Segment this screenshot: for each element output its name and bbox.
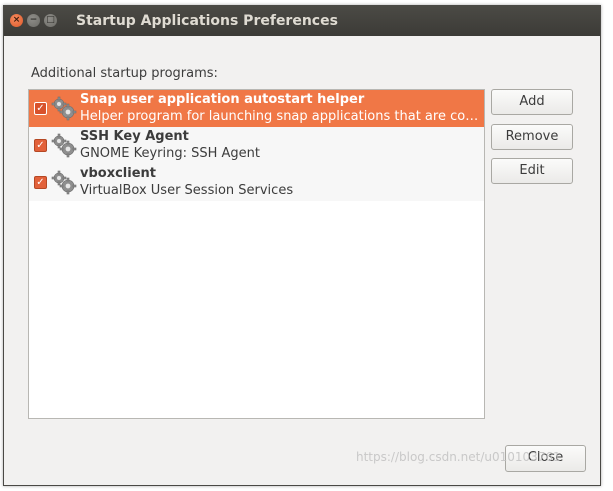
title-bar[interactable]: × − □ Startup Applications Preferences <box>4 6 600 36</box>
startup-program-row[interactable]: ✓ vboxclient VirtualBox User Session Ser… <box>29 164 484 201</box>
startup-program-row[interactable]: ✓ SSH Key Agent GNOME Keyring: SSH Agent <box>29 127 484 164</box>
program-description: GNOME Keyring: SSH Agent <box>80 146 261 161</box>
gears-icon <box>51 170 77 195</box>
program-name: vboxclient <box>80 166 157 181</box>
maximize-window-icon[interactable]: □ <box>44 14 57 27</box>
edit-button[interactable]: Edit <box>491 158 573 184</box>
startup-programs-label: Additional startup programs: <box>31 66 218 81</box>
program-enabled-checkbox[interactable]: ✓ <box>34 176 47 189</box>
startup-program-row[interactable]: ✓ Snap user application autostart helper… <box>29 90 484 127</box>
gears-icon <box>51 96 77 121</box>
program-name: SSH Key Agent <box>80 129 189 144</box>
close-window-icon[interactable]: × <box>10 14 23 27</box>
startup-preferences-window: × − □ Startup Applications Preferences A… <box>3 5 601 486</box>
gears-icon <box>51 133 77 158</box>
program-name: Snap user application autostart helper <box>80 92 365 107</box>
program-description: Helper program for launching snap applic… <box>80 109 482 124</box>
program-enabled-checkbox[interactable]: ✓ <box>34 102 47 115</box>
window-title: Startup Applications Preferences <box>76 13 338 29</box>
program-enabled-checkbox[interactable]: ✓ <box>34 139 47 152</box>
watermark-text: https://blog.csdn.net/u010103761 <box>356 450 561 464</box>
add-button[interactable]: Add <box>491 89 573 115</box>
startup-programs-list[interactable]: ✓ Snap user application autostart helper… <box>28 89 485 419</box>
minimize-window-icon[interactable]: − <box>27 14 40 27</box>
program-description: VirtualBox User Session Services <box>80 183 294 198</box>
remove-button[interactable]: Remove <box>491 124 573 150</box>
